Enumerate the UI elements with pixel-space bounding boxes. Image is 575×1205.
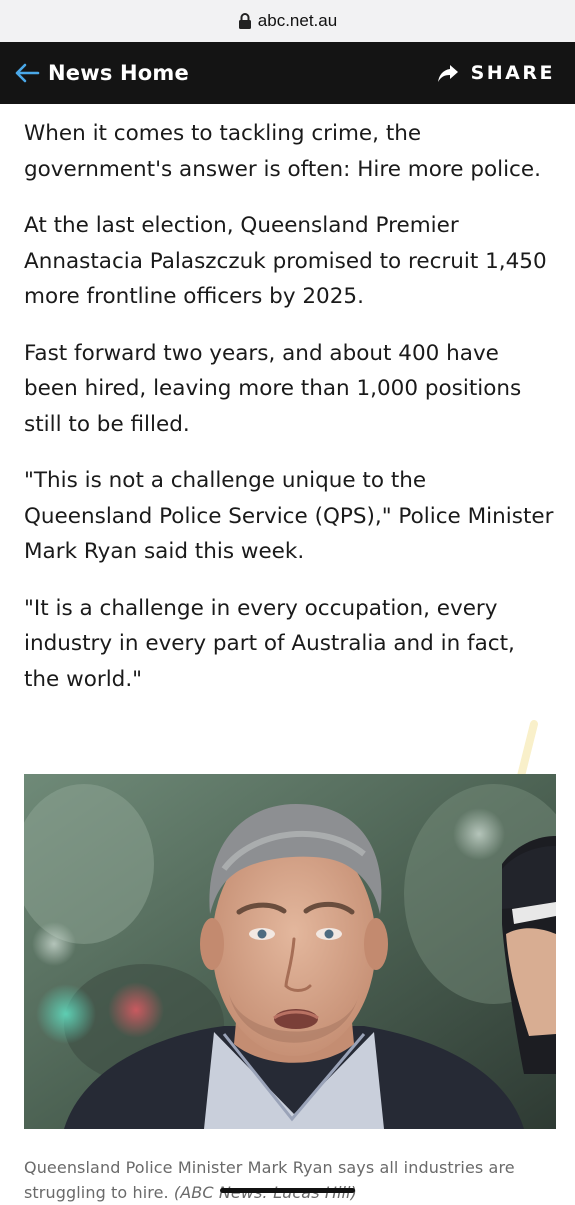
article-paragraph: "It is a challenge in every occupation, … — [24, 595, 515, 692]
article-body: When it comes to tackling crime, the gov… — [24, 116, 554, 718]
article-paragraph: At the last election, Queensland Premier… — [24, 213, 547, 309]
home-indicator-bar[interactable] — [220, 1188, 355, 1193]
lock-icon — [238, 12, 252, 30]
news-home-back-link[interactable]: News Home — [14, 61, 189, 85]
back-arrow-icon — [15, 63, 40, 83]
article-photo[interactable] — [24, 774, 556, 1129]
photo-caption: Queensland Police Minister Mark Ryan say… — [24, 1155, 564, 1205]
article-paragraph: "This is not a challenge unique to the Q… — [24, 468, 554, 564]
news-nav-bar: News Home SHARE — [0, 42, 575, 104]
minister-portrait-image — [24, 774, 556, 1129]
article-paragraph: Fast forward two years, and about 400 ha… — [24, 340, 522, 437]
share-icon — [437, 65, 458, 82]
browser-url-bar[interactable]: abc.net.au — [0, 0, 575, 42]
news-home-label: News Home — [48, 61, 189, 85]
browser-url-text: abc.net.au — [257, 11, 338, 30]
share-button[interactable]: SHARE — [437, 62, 555, 84]
share-label: SHARE — [470, 62, 555, 84]
article-paragraph: When it comes to tackling crime, the gov… — [24, 121, 541, 182]
